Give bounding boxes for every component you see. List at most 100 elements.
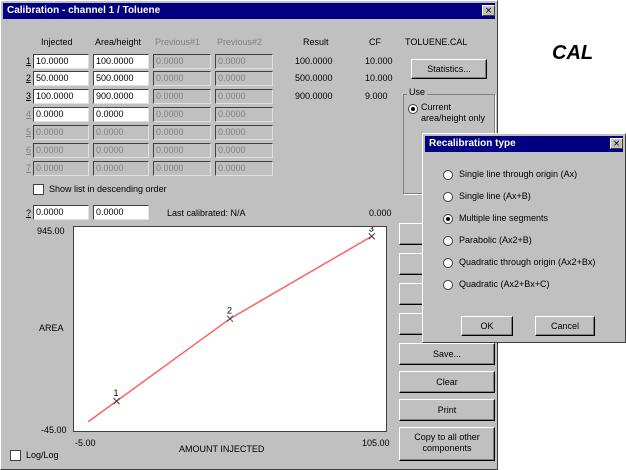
- data-point-label: 2: [227, 306, 232, 316]
- previous2-field: 0.0000: [215, 89, 273, 104]
- recal-option-label[interactable]: Single line through origin (Ax): [459, 169, 577, 179]
- copy-to-all-button[interactable]: Copy to all other components: [399, 427, 495, 461]
- window-title: Calibration - channel 1 / Toluene: [7, 5, 161, 16]
- previous2-field: 0.0000: [215, 125, 273, 140]
- recal-option-label[interactable]: Quadratic through origin (Ax2+Bx): [459, 257, 595, 267]
- data-point-marker: [113, 397, 120, 405]
- loglog-label: Log/Log: [26, 450, 59, 460]
- use-group-label: Use: [407, 87, 428, 97]
- last-calibrated-text: Last calibrated: N/A: [167, 208, 246, 218]
- copy-button-line2: components: [422, 443, 472, 453]
- calibration-line: [87, 235, 373, 423]
- header-previous2: Previous#2: [217, 37, 263, 47]
- use-current-radio[interactable]: [408, 104, 418, 114]
- result-value: 900.0000: [295, 91, 333, 101]
- header-cf: CF: [369, 37, 381, 47]
- row-number: 5: [25, 127, 31, 137]
- area-height-input[interactable]: 500.0000: [93, 71, 149, 86]
- use-current-label: Current area/height only: [421, 102, 486, 123]
- recal-option-label[interactable]: Parabolic (Ax2+B): [459, 235, 532, 245]
- ok-button[interactable]: OK: [461, 316, 513, 336]
- recal-option-radio[interactable]: [443, 280, 453, 290]
- recal-option-radio[interactable]: [443, 236, 453, 246]
- query-row-number: ?: [25, 208, 31, 218]
- header-injected: Injected: [41, 37, 73, 47]
- plot-svg: 1 2 3: [87, 227, 376, 423]
- copy-button-line1: Copy to all other: [414, 432, 480, 442]
- row-number: 3: [25, 91, 31, 101]
- area-height-input[interactable]: 900.0000: [93, 89, 149, 104]
- x-min-tick-label: -5.00: [75, 438, 96, 448]
- clear-button[interactable]: Clear: [399, 371, 495, 393]
- descending-checkbox[interactable]: [33, 184, 44, 195]
- statistics-button[interactable]: Statistics...: [411, 59, 487, 79]
- injected-input[interactable]: 50.0000: [33, 71, 89, 86]
- injected-input[interactable]: 100.0000: [33, 89, 89, 104]
- side-cal-label: CAL: [552, 42, 594, 64]
- save-button[interactable]: Save...: [399, 343, 495, 365]
- row-number: 1: [25, 56, 31, 66]
- recal-option-radio[interactable]: [443, 258, 453, 268]
- injected-input[interactable]: 0.0000: [33, 161, 89, 176]
- recal-option-label[interactable]: Single line (Ax+B): [459, 191, 531, 201]
- previous2-field: 0.0000: [215, 107, 273, 122]
- cf-value: 10.000: [365, 56, 393, 66]
- injected-input[interactable]: 0.0000: [33, 107, 89, 122]
- previous1-field: 0.0000: [153, 89, 211, 104]
- query-area-input[interactable]: 0.0000: [93, 205, 149, 220]
- row-number: 2: [25, 73, 31, 83]
- area-height-input[interactable]: 100.0000: [93, 54, 149, 69]
- recal-option-radio[interactable]: [443, 214, 453, 224]
- previous1-field: 0.0000: [153, 54, 211, 69]
- dialog-close-icon[interactable]: ×: [610, 138, 623, 149]
- area-height-input[interactable]: 0.0000: [93, 125, 149, 140]
- data-point-label: 3: [369, 227, 374, 233]
- recalibration-dialog: Recalibration type × Single line through…: [422, 133, 626, 343]
- query-injected-input[interactable]: 0.0000: [33, 205, 89, 220]
- dialog-title: Recalibration type: [429, 138, 516, 149]
- previous1-field: 0.0000: [153, 107, 211, 122]
- result-value: 500.0000: [295, 73, 333, 83]
- loglog-checkbox[interactable]: [10, 450, 21, 461]
- cf-value: 9.000: [365, 91, 388, 101]
- cancel-button-label: Cancel: [550, 321, 579, 331]
- injected-input[interactable]: 10.0000: [33, 54, 89, 69]
- area-height-input[interactable]: 0.0000: [93, 161, 149, 176]
- data-point-label: 1: [114, 388, 119, 398]
- recal-option-radio[interactable]: [443, 170, 453, 180]
- save-button-label: Save...: [432, 349, 461, 359]
- row-number: 7: [25, 163, 31, 173]
- previous2-field: 0.0000: [215, 54, 273, 69]
- recal-option-label[interactable]: Multiple line segments: [459, 213, 548, 223]
- area-height-input[interactable]: 0.0000: [93, 143, 149, 158]
- previous1-field: 0.0000: [153, 143, 211, 158]
- descending-label: Show list in descending order: [49, 184, 167, 194]
- injected-input[interactable]: 0.0000: [33, 125, 89, 140]
- row-number: 6: [25, 145, 31, 155]
- result-value: 100.0000: [295, 56, 333, 66]
- area-height-input[interactable]: 0.0000: [93, 107, 149, 122]
- header-result: Result: [303, 37, 329, 47]
- window-titlebar: Calibration - channel 1 / Toluene: [3, 3, 495, 19]
- previous2-field: 0.0000: [215, 143, 273, 158]
- header-area-height: Area/height: [95, 37, 142, 47]
- x-axis-label: AMOUNT INJECTED: [179, 444, 265, 454]
- cancel-button[interactable]: Cancel: [535, 316, 595, 336]
- header-file: TOLUENE.CAL: [405, 37, 468, 47]
- recal-option-radio[interactable]: [443, 192, 453, 202]
- close-icon[interactable]: ×: [482, 5, 495, 16]
- previous1-field: 0.0000: [153, 125, 211, 140]
- x-max-tick-label: 105.00: [362, 438, 390, 448]
- header-previous1: Previous#1: [155, 37, 201, 47]
- print-button[interactable]: Print: [399, 399, 495, 421]
- data-point-marker: [226, 315, 234, 323]
- recal-option-label[interactable]: Quadratic (Ax2+Bx+C): [459, 279, 550, 289]
- calibration-plot: 1 2 3: [73, 226, 387, 432]
- y-max-tick-label: 945.00: [37, 226, 65, 236]
- clear-button-label: Clear: [436, 377, 458, 387]
- injected-input[interactable]: 0.0000: [33, 143, 89, 158]
- data-point-marker: [368, 232, 376, 240]
- statistics-button-label: Statistics...: [427, 64, 471, 74]
- previous2-field: 0.0000: [215, 161, 273, 176]
- dialog-titlebar: Recalibration type: [425, 136, 623, 152]
